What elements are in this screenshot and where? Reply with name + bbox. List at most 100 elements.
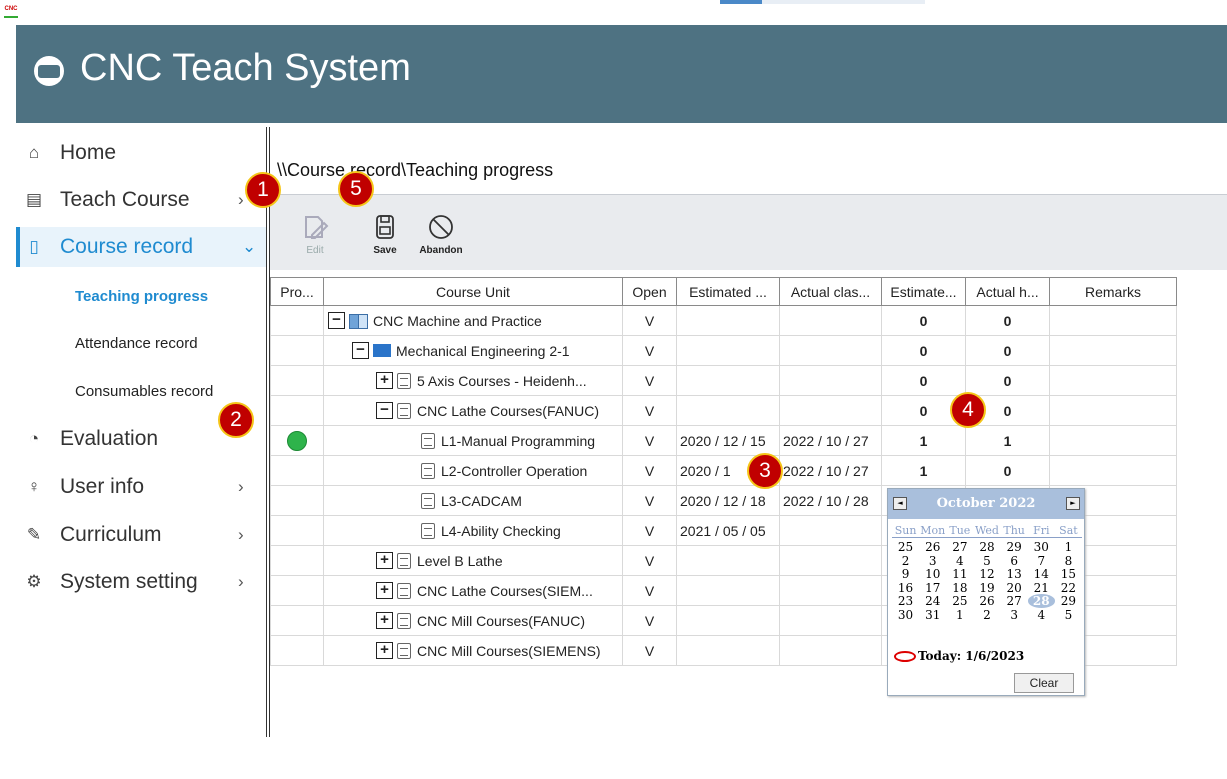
column-header-actual-date[interactable]: Actual clas... [779, 277, 882, 306]
course-unit-cell[interactable]: + CNC Mill Courses(SIEMENS) [323, 635, 623, 666]
next-month-button[interactable]: ► [1066, 497, 1080, 510]
actual-date-cell[interactable] [779, 395, 882, 426]
calendar-day[interactable]: 5 [973, 554, 1000, 568]
actual-date-cell[interactable]: 2022 / 10 / 27 [779, 455, 882, 486]
actual-date-cell[interactable] [779, 305, 882, 336]
calendar-day[interactable]: 16 [892, 581, 919, 595]
table-row[interactable]: +5 Axis Courses - Heidenh... V 0 0 [270, 365, 1177, 396]
course-unit-cell[interactable]: − CNC Machine and Practice [323, 305, 623, 336]
collapse-icon[interactable]: − [352, 342, 369, 359]
estimated-hours-cell[interactable]: 0 [881, 335, 966, 366]
course-unit-cell[interactable]: +5 Axis Courses - Heidenh... [323, 365, 623, 396]
calendar-day[interactable]: 28 [1027, 594, 1055, 608]
column-header-estimated-hours[interactable]: Estimate... [881, 277, 966, 306]
calendar-day[interactable]: 29 [1001, 540, 1028, 554]
calendar-day[interactable]: 28 [973, 540, 1000, 554]
course-unit-cell[interactable]: L2-Controller Operation [323, 455, 623, 486]
calendar-day[interactable]: 5 [1055, 608, 1082, 622]
calendar-day[interactable]: 4 [1028, 608, 1055, 622]
calendar-day[interactable]: 3 [919, 554, 946, 568]
calendar-day[interactable]: 29 [1055, 594, 1082, 608]
estimated-date-cell[interactable]: 2020 / 12 / 15 [676, 425, 780, 456]
sidebar-item-teach-course[interactable]: ▤ Teach Course › [16, 180, 266, 220]
estimated-date-cell[interactable]: 2020 / 12 / 18 [676, 485, 780, 516]
course-unit-cell[interactable]: + CNC Lathe Courses(SIEM... [323, 575, 623, 606]
calendar-day[interactable]: 1 [946, 608, 973, 622]
remarks-cell[interactable] [1049, 455, 1177, 486]
calendar-day[interactable]: 4 [946, 554, 973, 568]
estimated-hours-cell[interactable]: 0 [881, 305, 966, 336]
sidebar-subitem-consumables-record[interactable]: Consumables record [75, 383, 213, 400]
calendar-day[interactable]: 27 [946, 540, 973, 554]
actual-date-cell[interactable] [779, 335, 882, 366]
calendar-day[interactable]: 25 [892, 540, 919, 554]
calendar-day[interactable]: 11 [946, 567, 973, 581]
calendar-today-button[interactable]: Today: 1/6/2023 [894, 649, 1024, 663]
course-unit-cell[interactable]: L4-Ability Checking [323, 515, 623, 546]
calendar-day[interactable]: 19 [973, 581, 1000, 595]
open-cell[interactable]: V [622, 305, 677, 336]
calendar-day[interactable]: 26 [919, 540, 946, 554]
estimated-date-cell[interactable] [676, 605, 780, 636]
calendar-day[interactable]: 27 [1001, 594, 1028, 608]
column-header-progress[interactable]: Pro... [270, 277, 324, 306]
actual-hours-cell[interactable]: 0 [965, 365, 1050, 396]
save-button[interactable]: Save [360, 213, 410, 256]
calendar-day[interactable]: 8 [1055, 554, 1082, 568]
actual-date-cell[interactable] [779, 365, 882, 396]
calendar-day[interactable]: 15 [1055, 567, 1082, 581]
calendar-day[interactable]: 22 [1055, 581, 1082, 595]
open-cell[interactable]: V [622, 605, 677, 636]
open-cell[interactable]: V [622, 485, 677, 516]
actual-date-cell[interactable] [779, 515, 882, 546]
open-cell[interactable]: V [622, 395, 677, 426]
table-row[interactable]: L2-Controller Operation V 2020 / 1 2022 / 1… [270, 455, 1177, 486]
collapse-icon[interactable]: − [328, 312, 345, 329]
calendar-day[interactable]: 24 [919, 594, 946, 608]
calendar-day[interactable]: 7 [1028, 554, 1055, 568]
column-header-estimated-date[interactable]: Estimated ... [676, 277, 780, 306]
estimated-hours-cell[interactable]: 0 [881, 365, 966, 396]
expand-icon[interactable]: + [376, 612, 393, 629]
actual-hours-cell[interactable]: 0 [965, 335, 1050, 366]
table-row[interactable]: L1-Manual Programming V 2020 / 12 / 15 2022… [270, 425, 1177, 456]
calendar-day[interactable]: 20 [1001, 581, 1028, 595]
remarks-cell[interactable] [1049, 305, 1177, 336]
calendar-day[interactable]: 21 [1028, 581, 1055, 595]
actual-date-cell[interactable] [779, 575, 882, 606]
sidebar-subitem-teaching-progress[interactable]: Teaching progress [75, 288, 208, 305]
actual-hours-cell[interactable]: 0 [965, 305, 1050, 336]
actual-hours-cell[interactable]: 0 [965, 455, 1050, 486]
course-unit-cell[interactable]: + CNC Mill Courses(FANUC) [323, 605, 623, 636]
actual-date-cell[interactable] [779, 635, 882, 666]
calendar-day[interactable]: 2 [892, 554, 919, 568]
column-header-actual-hours[interactable]: Actual h... [965, 277, 1050, 306]
edit-button[interactable]: Edit [290, 213, 340, 256]
calendar-day[interactable]: 3 [1001, 608, 1028, 622]
estimated-date-cell[interactable] [676, 545, 780, 576]
estimated-date-cell[interactable] [676, 305, 780, 336]
expand-icon[interactable]: + [376, 552, 393, 569]
calendar-day[interactable]: 14 [1028, 567, 1055, 581]
open-cell[interactable]: V [622, 425, 677, 456]
column-header-course-unit[interactable]: Course Unit [323, 277, 623, 306]
calendar-day[interactable]: 25 [946, 594, 973, 608]
column-header-remarks[interactable]: Remarks [1049, 277, 1177, 306]
expand-icon[interactable]: + [376, 642, 393, 659]
estimated-date-cell[interactable] [676, 575, 780, 606]
sidebar-item-course-record[interactable]: ▯ Course record ⌄ [16, 227, 266, 267]
calendar-day[interactable]: 18 [946, 581, 973, 595]
course-unit-cell[interactable]: − CNC Lathe Courses(FANUC) [323, 395, 623, 426]
course-unit-cell[interactable]: L3-CADCAM [323, 485, 623, 516]
expand-icon[interactable]: + [376, 582, 393, 599]
calendar-day[interactable]: 6 [1001, 554, 1028, 568]
column-header-open[interactable]: Open [622, 277, 677, 306]
actual-date-cell[interactable]: 2022 / 10 / 28 [779, 485, 882, 516]
sidebar-item-home[interactable]: ⌂ Home [16, 133, 266, 173]
open-cell[interactable]: V [622, 545, 677, 576]
sidebar-item-curriculum[interactable]: ✎ Curriculum › [16, 515, 266, 555]
sidebar-subitem-attendance-record[interactable]: Attendance record [75, 335, 198, 352]
remarks-cell[interactable] [1049, 395, 1177, 426]
course-unit-cell[interactable]: L1-Manual Programming [323, 425, 623, 456]
calendar-day[interactable]: 1 [1055, 540, 1082, 554]
